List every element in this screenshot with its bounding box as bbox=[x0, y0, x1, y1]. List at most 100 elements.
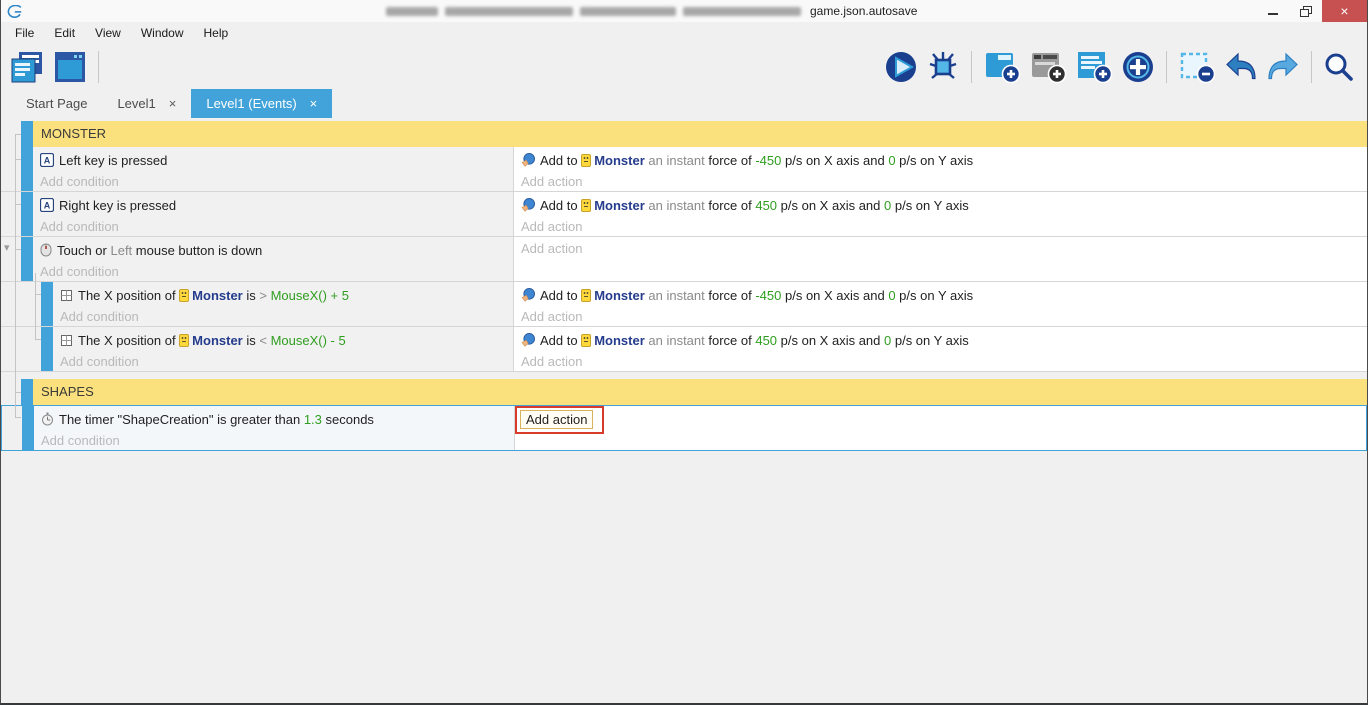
drag-handle-bar[interactable] bbox=[21, 192, 33, 236]
menu-file[interactable]: File bbox=[5, 26, 44, 40]
redacted-title-segment bbox=[445, 6, 573, 16]
drag-handle-bar[interactable] bbox=[21, 237, 33, 281]
action-text[interactable]: Add to Monster an instant force of -450 … bbox=[514, 282, 1367, 306]
object-reference[interactable]: Monster bbox=[581, 288, 645, 303]
tab-level1[interactable]: Level1 × bbox=[102, 89, 191, 118]
project-manager-icon[interactable] bbox=[9, 50, 45, 84]
condition-text[interactable]: A Right key is pressed bbox=[33, 192, 513, 216]
action-sentence[interactable]: Add to Monster an instant force of 450 p… bbox=[540, 333, 969, 348]
drag-handle-bar[interactable] bbox=[22, 406, 34, 450]
event-group-label[interactable]: MONSTER bbox=[33, 121, 1367, 147]
condition-sentence[interactable]: The X position of Monster is > MouseX() … bbox=[78, 288, 349, 303]
undo-icon[interactable] bbox=[1224, 50, 1258, 84]
add-condition-link[interactable]: Add condition bbox=[53, 306, 513, 326]
sentence-segment: is bbox=[242, 287, 260, 303]
menu-bar: File Edit View Window Help bbox=[1, 22, 1367, 44]
event-group-label[interactable]: SHAPES bbox=[33, 379, 1367, 405]
sentence-segment: MouseX() - 5 bbox=[270, 332, 346, 348]
object-reference[interactable]: Monster bbox=[581, 153, 645, 168]
action-sentence[interactable]: Add to Monster an instant force of -450 … bbox=[540, 288, 973, 303]
tab-start-page[interactable]: Start Page bbox=[11, 89, 102, 118]
condition-sentence[interactable]: Left key is pressed bbox=[59, 153, 167, 168]
event-row: The X position of Monster is > MouseX() … bbox=[1, 282, 1367, 327]
add-action-link[interactable]: Add action bbox=[514, 171, 1367, 191]
object-reference[interactable]: Monster bbox=[179, 288, 243, 303]
condition-cell: A Left key is pressed Add condition bbox=[33, 147, 513, 191]
position-icon bbox=[60, 289, 73, 302]
play-icon[interactable] bbox=[884, 50, 918, 84]
add-action-link[interactable]: Add action bbox=[514, 306, 1367, 326]
condition-sentence[interactable]: Right key is pressed bbox=[59, 198, 176, 213]
action-sentence[interactable]: Add to Monster an instant force of -450 … bbox=[540, 153, 973, 168]
event-row: A Left key is pressed Add condition Add to … bbox=[1, 147, 1367, 192]
scene-editor-icon[interactable] bbox=[53, 50, 87, 84]
add-subevent-icon[interactable] bbox=[1029, 49, 1067, 85]
search-icon[interactable] bbox=[1323, 51, 1355, 83]
menu-window[interactable]: Window bbox=[131, 26, 194, 40]
add-comment-icon[interactable] bbox=[1075, 49, 1113, 85]
object-reference[interactable]: Monster bbox=[581, 333, 645, 348]
object-reference[interactable]: Monster bbox=[179, 333, 243, 348]
condition-text[interactable]: Touch or Left mouse button is down bbox=[33, 237, 513, 261]
close-button[interactable]: × bbox=[1322, 0, 1367, 22]
sentence-segment: is bbox=[242, 332, 260, 348]
add-action-link[interactable]: Add action bbox=[514, 237, 1367, 259]
action-line: Add action bbox=[515, 406, 1366, 430]
gdevelop-logo-icon bbox=[7, 5, 23, 19]
add-condition-link[interactable]: Add condition bbox=[33, 216, 513, 236]
collapse-arrow-icon[interactable]: ▾ bbox=[4, 243, 10, 254]
action-text[interactable]: Add to Monster an instant force of -450 … bbox=[514, 147, 1367, 171]
sentence-segment: p/s on X axis and bbox=[781, 287, 889, 303]
add-other-icon[interactable] bbox=[1121, 50, 1155, 84]
action-text[interactable]: Add to Monster an instant force of 450 p… bbox=[514, 192, 1367, 216]
drag-handle-bar[interactable] bbox=[41, 282, 53, 326]
add-action-link[interactable]: Add action bbox=[514, 216, 1367, 236]
redo-icon[interactable] bbox=[1266, 50, 1300, 84]
condition-sentence[interactable]: Touch or Left mouse button is down bbox=[57, 243, 262, 258]
condition-sentence[interactable]: The timer "ShapeCreation" is greater tha… bbox=[59, 412, 374, 427]
action-text[interactable]: Add to Monster an instant force of 450 p… bbox=[514, 327, 1367, 351]
sentence-segment: The timer "ShapeCreation" is greater tha… bbox=[59, 411, 304, 427]
drag-handle-bar[interactable] bbox=[21, 147, 33, 191]
condition-text[interactable]: The timer "ShapeCreation" is greater tha… bbox=[34, 406, 514, 430]
action-cell: Add action bbox=[513, 237, 1367, 281]
add-condition-link[interactable]: Add condition bbox=[34, 430, 514, 450]
drag-handle-bar[interactable] bbox=[21, 121, 33, 147]
add-action-link[interactable]: Add action bbox=[520, 409, 594, 429]
sentence-segment: Add to bbox=[540, 197, 582, 213]
event-group-row: SHAPES bbox=[1, 379, 1367, 405]
action-sentence[interactable]: Add to Monster an instant force of 450 p… bbox=[540, 198, 969, 213]
sentence-segment: 0 bbox=[884, 197, 892, 213]
object-reference[interactable]: Monster bbox=[581, 198, 645, 213]
add-event-icon[interactable] bbox=[983, 49, 1021, 85]
delete-event-icon[interactable] bbox=[1178, 49, 1216, 85]
restore-button[interactable] bbox=[1289, 0, 1322, 22]
minimize-button[interactable] bbox=[1256, 0, 1289, 22]
close-tab-icon[interactable]: × bbox=[310, 96, 318, 111]
keyboard-icon: A bbox=[40, 198, 54, 212]
close-tab-icon[interactable]: × bbox=[169, 96, 177, 111]
condition-text[interactable]: A Left key is pressed bbox=[33, 147, 513, 171]
menu-view[interactable]: View bbox=[85, 26, 131, 40]
sentence-segment: 450 bbox=[755, 332, 778, 348]
sentence-segment: p/s on Y axis bbox=[891, 197, 969, 213]
add-condition-link[interactable]: Add condition bbox=[53, 351, 513, 371]
add-action-link[interactable]: Add action bbox=[514, 351, 1367, 371]
condition-text[interactable]: The X position of Monster is < MouseX() … bbox=[53, 327, 513, 351]
condition-sentence[interactable]: The X position of Monster is < MouseX() … bbox=[78, 333, 346, 348]
menu-edit[interactable]: Edit bbox=[44, 26, 85, 40]
debug-icon[interactable] bbox=[926, 50, 960, 84]
sentence-segment: force of bbox=[708, 287, 756, 303]
sentence-segment: 0 bbox=[888, 152, 896, 168]
sentence-segment: an instant bbox=[644, 197, 709, 213]
drag-handle-bar[interactable] bbox=[41, 327, 53, 371]
force-icon bbox=[521, 198, 535, 212]
svg-text:A: A bbox=[44, 156, 51, 166]
drag-handle-bar[interactable] bbox=[21, 379, 33, 405]
condition-text[interactable]: The X position of Monster is > MouseX() … bbox=[53, 282, 513, 306]
add-condition-link[interactable]: Add condition bbox=[33, 261, 513, 281]
monster-icon bbox=[581, 153, 592, 167]
menu-help[interactable]: Help bbox=[194, 26, 239, 40]
tab-level1-events[interactable]: Level1 (Events) × bbox=[191, 89, 333, 118]
add-condition-link[interactable]: Add condition bbox=[33, 171, 513, 191]
